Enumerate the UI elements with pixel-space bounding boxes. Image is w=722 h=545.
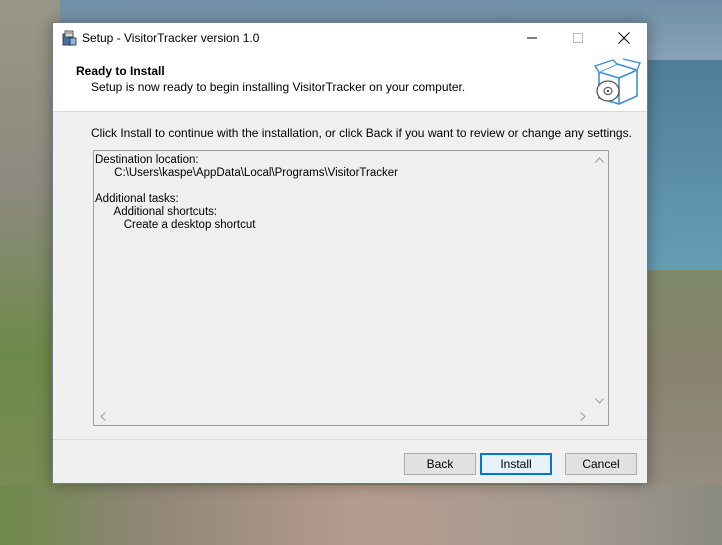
- close-button[interactable]: [601, 23, 647, 53]
- chevron-up-icon: [595, 156, 604, 163]
- cancel-button[interactable]: Cancel: [565, 453, 637, 475]
- scrollbar-corner: [591, 408, 608, 425]
- close-icon: [618, 32, 630, 44]
- title-bar[interactable]: Setup - VisitorTracker version 1.0: [53, 23, 647, 53]
- maximize-icon: [573, 33, 583, 43]
- scroll-down-button[interactable]: [591, 392, 608, 409]
- page-subtitle: Setup is now ready to begin installing V…: [91, 80, 466, 94]
- minimize-icon: [527, 37, 537, 39]
- setup-window: Setup - VisitorTracker version 1.0 Ready…: [52, 22, 648, 484]
- memo-line: Additional tasks:: [95, 193, 179, 205]
- memo-line: C:\Users\kaspe\AppData\Local\Programs\Vi…: [95, 167, 398, 179]
- maximize-button: [555, 23, 601, 53]
- package-disc-icon: [593, 58, 641, 108]
- window-title: Setup - VisitorTracker version 1.0: [82, 31, 260, 45]
- memo-line: Destination location:: [95, 154, 199, 166]
- vertical-scrollbar[interactable]: [591, 151, 608, 409]
- chevron-down-icon: [595, 397, 604, 404]
- chevron-left-icon: [99, 412, 106, 421]
- wizard-header: Ready to Install Setup is now ready to b…: [53, 53, 647, 112]
- footer-divider: [53, 439, 647, 440]
- scroll-right-button[interactable]: [574, 408, 591, 425]
- instruction-text: Click Install to continue with the insta…: [91, 126, 632, 140]
- scroll-left-button[interactable]: [94, 408, 111, 425]
- desktop-background-sea: [642, 60, 722, 300]
- desktop-background-left: [0, 0, 60, 545]
- back-button[interactable]: Back: [404, 453, 476, 475]
- ready-memo-textbox[interactable]: Destination location: C:\Users\kaspe\App…: [93, 150, 609, 426]
- page-title: Ready to Install: [76, 64, 165, 78]
- scroll-up-button[interactable]: [591, 151, 608, 168]
- desktop-background-bottom: [0, 485, 722, 545]
- horizontal-scrollbar[interactable]: [94, 408, 591, 425]
- memo-line: Additional shortcuts:: [95, 206, 218, 218]
- installer-icon: [61, 30, 77, 46]
- chevron-right-icon: [579, 412, 586, 421]
- memo-content: Destination location: C:\Users\kaspe\App…: [95, 154, 398, 232]
- install-button[interactable]: Install: [480, 453, 552, 475]
- memo-line: Create a desktop shortcut: [95, 219, 256, 231]
- minimize-button[interactable]: [509, 23, 555, 53]
